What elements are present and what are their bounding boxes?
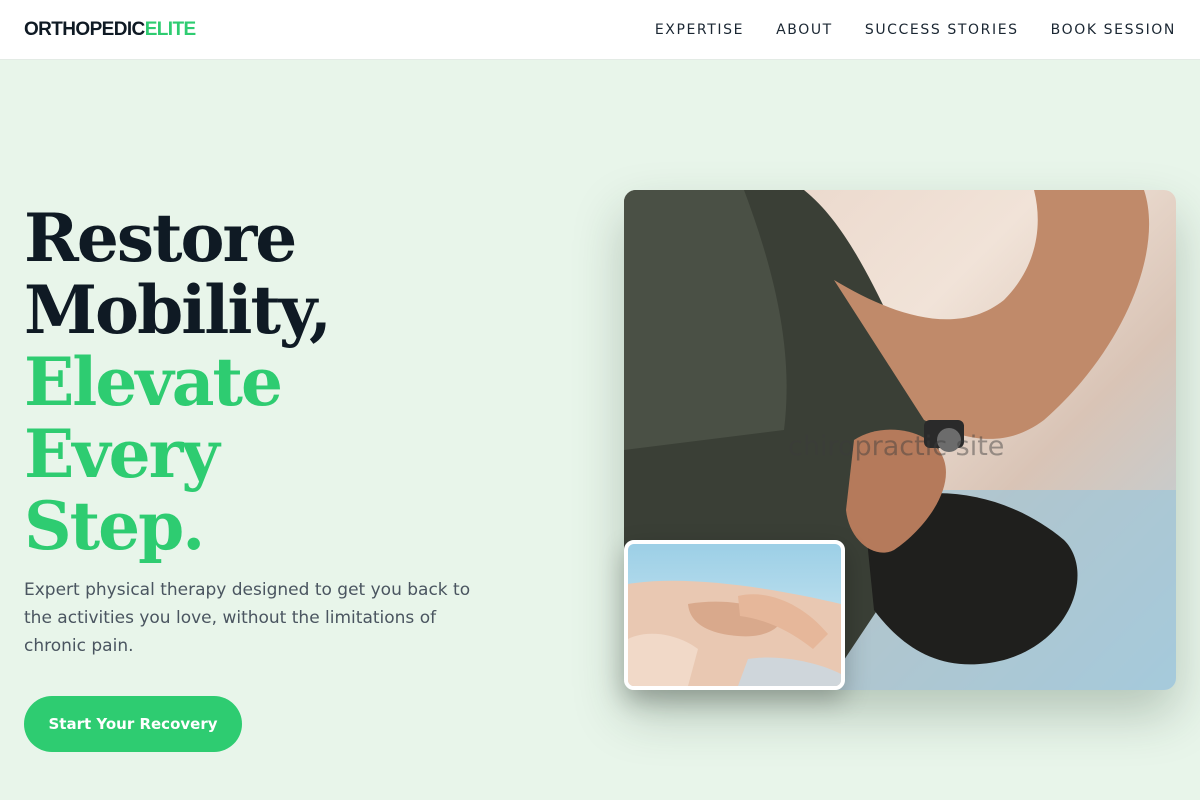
brand-logo[interactable]: ORTHOPEDIC ELITE xyxy=(24,19,196,41)
nav-link-expertise[interactable]: EXPERTISE xyxy=(655,22,744,38)
nav-menu: EXPERTISE ABOUT SUCCESS STORIES BOOK SES… xyxy=(655,21,1176,39)
brand-logo-part2: ELITE xyxy=(144,18,196,40)
nav-link-success-stories[interactable]: SUCCESS STORIES xyxy=(865,22,1019,38)
hero-description: Expert physical therapy designed to get … xyxy=(24,580,471,656)
hero-image-alt-text: chiropractic site xyxy=(788,431,1005,462)
top-nav: ORTHOPEDIC ELITE EXPERTISE ABOUT SUCCESS … xyxy=(0,0,1200,60)
massage-therapy-image xyxy=(628,580,841,686)
hero-inset-photo xyxy=(624,540,845,690)
nav-link-about[interactable]: ABOUT xyxy=(776,22,833,38)
hero-text: Restore Mobility, Elevate Every Step. Ex… xyxy=(24,202,494,752)
nav-link-book-session[interactable]: BOOK SESSION xyxy=(1051,22,1176,38)
brand-logo-part1: ORTHOPEDIC xyxy=(24,18,145,40)
hero-headline: Restore Mobility, Elevate Every Step. xyxy=(24,202,494,562)
start-recovery-button[interactable]: Start Your Recovery xyxy=(24,696,242,752)
headline-line-2: Mobility, xyxy=(24,271,332,349)
headline-line-3: Elevate Every xyxy=(24,343,283,493)
headline-line-1: Restore xyxy=(24,199,297,277)
headline-line-4: Step. xyxy=(24,487,205,565)
